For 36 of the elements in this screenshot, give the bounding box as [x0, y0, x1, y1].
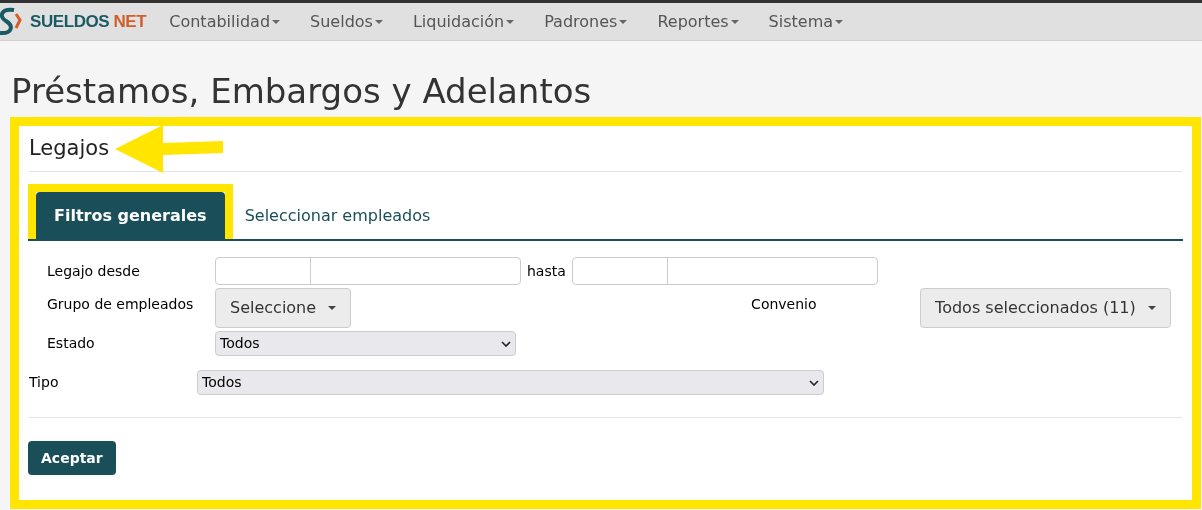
- chevron-down-icon: [809, 379, 819, 386]
- field-label: Estado: [47, 334, 96, 353]
- caret-icon: [272, 19, 281, 24]
- legajo-to-field[interactable]: [571, 257, 878, 285]
- caret-icon: [730, 19, 739, 24]
- caret-icon: [374, 19, 383, 24]
- estado-select[interactable]: Todos: [215, 331, 516, 356]
- convenio-dropdown[interactable]: Todos seleccionados (11): [920, 288, 1171, 328]
- tab[interactable]: Seleccionar empleados: [232, 192, 443, 239]
- field-label: Grupo de empleados: [47, 295, 195, 314]
- menu-item[interactable]: Sueldos: [295, 9, 398, 34]
- accept-button[interactable]: Aceptar: [28, 441, 116, 475]
- card-title: Legajos: [29, 134, 110, 162]
- chevron-down-icon: [501, 340, 511, 347]
- caret-icon: [1147, 306, 1156, 310]
- field-label: Legajo desde: [47, 261, 141, 281]
- caret-icon: [835, 19, 844, 24]
- page-title: Préstamos, Embargos y Adelantos: [11, 70, 593, 113]
- arrow-icon: [115, 124, 224, 173]
- caret-icon: [328, 306, 337, 310]
- menu-item[interactable]: Sistema: [753, 9, 859, 34]
- menu-item[interactable]: Liquidación: [397, 9, 530, 34]
- logo-icon: [0, 5, 22, 38]
- field-label: Convenio: [751, 295, 818, 314]
- brand-name[interactable]: SUELDOS NET: [30, 8, 147, 35]
- caret-icon: [619, 19, 628, 24]
- tab[interactable]: Filtros generales: [36, 192, 225, 239]
- menu-item[interactable]: Contabilidad: [154, 9, 296, 34]
- tipo-select[interactable]: Todos: [197, 370, 824, 395]
- caret-icon: [506, 19, 515, 24]
- group-dropdown[interactable]: Seleccione: [215, 288, 352, 328]
- menu-item[interactable]: Padrones: [529, 9, 643, 34]
- menu-item[interactable]: Reportes: [642, 9, 754, 34]
- field-label: Tipo: [29, 373, 60, 392]
- legajo-from-field[interactable]: [215, 257, 521, 285]
- field-label: hasta: [527, 261, 566, 281]
